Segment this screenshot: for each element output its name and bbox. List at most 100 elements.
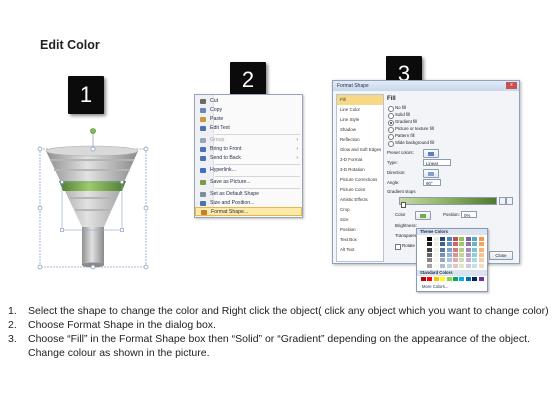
color-swatch[interactable]	[446, 242, 452, 247]
nav-item-size[interactable]: Size	[337, 215, 383, 225]
color-swatch[interactable]	[421, 277, 426, 281]
color-swatch[interactable]	[440, 237, 446, 241]
position-input[interactable]: 0%	[461, 211, 477, 218]
nav-item-picture-corrections[interactable]: Picture Corrections	[337, 175, 383, 185]
color-swatch[interactable]	[453, 258, 458, 263]
color-swatch[interactable]	[440, 277, 446, 281]
color-swatch[interactable]	[446, 258, 452, 263]
color-swatch[interactable]	[465, 237, 471, 241]
color-swatch[interactable]	[453, 277, 458, 281]
nav-item-3d-rotation[interactable]: 3-D Rotation	[337, 165, 383, 175]
color-swatch[interactable]	[427, 242, 433, 247]
color-swatch[interactable]	[459, 252, 465, 257]
color-swatch[interactable]	[440, 252, 446, 257]
color-swatch[interactable]	[472, 252, 478, 257]
radio-solid-fill[interactable]	[388, 113, 394, 119]
color-swatch[interactable]	[472, 277, 478, 281]
menu-item-set-default-shape[interactable]: Set as Default Shape	[195, 190, 302, 199]
color-swatch[interactable]	[465, 277, 471, 281]
nav-item-picture-color[interactable]: Picture Color	[337, 185, 383, 195]
menu-item-send-to-back[interactable]: Send to Back ›	[195, 154, 302, 163]
color-swatch[interactable]	[478, 263, 484, 268]
color-swatch[interactable]	[446, 247, 452, 252]
color-swatch[interactable]	[446, 277, 452, 281]
color-swatch[interactable]	[453, 237, 458, 241]
color-swatch[interactable]	[427, 247, 433, 252]
menu-item-group[interactable]: Group ›	[195, 136, 302, 145]
nav-item-glow[interactable]: Glow and Soft Edges	[337, 145, 383, 155]
radio-gradient-fill[interactable]	[388, 120, 394, 126]
color-swatch[interactable]	[453, 247, 458, 252]
color-swatch[interactable]	[427, 263, 433, 268]
preset-colors-dropdown[interactable]	[423, 149, 439, 158]
color-swatch[interactable]	[472, 242, 478, 247]
color-swatch[interactable]	[433, 252, 439, 257]
color-swatch[interactable]	[465, 252, 471, 257]
nav-item-text-box[interactable]: Text Box	[337, 235, 383, 245]
radio-no-fill[interactable]	[388, 106, 394, 112]
color-swatch[interactable]	[459, 247, 465, 252]
color-swatch[interactable]	[478, 252, 484, 257]
color-swatch[interactable]	[433, 237, 439, 241]
color-swatch[interactable]	[459, 263, 465, 268]
color-swatch[interactable]	[427, 258, 433, 263]
color-swatch[interactable]	[459, 242, 465, 247]
menu-item-copy[interactable]: Copy	[195, 106, 302, 115]
menu-item-edit-text[interactable]: Edit Text	[195, 124, 302, 133]
color-swatch[interactable]	[465, 247, 471, 252]
color-swatch[interactable]	[421, 258, 426, 263]
menu-item-bring-to-front[interactable]: Bring to Front ›	[195, 145, 302, 154]
nav-item-shadow[interactable]: Shadow	[337, 125, 383, 135]
color-dropdown[interactable]	[415, 211, 431, 220]
angle-input[interactable]: 90°	[423, 179, 441, 186]
color-swatch[interactable]	[440, 263, 446, 268]
menu-item-save-as-picture[interactable]: Save as Picture...	[195, 178, 302, 187]
remove-stop-icon[interactable]	[506, 197, 513, 205]
color-swatch[interactable]	[453, 263, 458, 268]
color-swatch[interactable]	[472, 258, 478, 263]
nav-item-fill[interactable]: Fill	[337, 95, 383, 105]
direction-dropdown[interactable]	[423, 169, 439, 178]
color-swatch[interactable]	[433, 263, 439, 268]
color-swatch[interactable]	[459, 277, 465, 281]
color-swatch[interactable]	[478, 277, 484, 281]
nav-item-position[interactable]: Position	[337, 225, 383, 235]
nav-item-3d-format[interactable]: 3-D Format	[337, 155, 383, 165]
color-swatch[interactable]	[433, 277, 439, 281]
color-swatch[interactable]	[472, 247, 478, 252]
color-swatch[interactable]	[421, 252, 426, 257]
nav-item-reflection[interactable]: Reflection	[337, 135, 383, 145]
color-swatch[interactable]	[478, 247, 484, 252]
color-swatch[interactable]	[465, 263, 471, 268]
color-swatch[interactable]	[421, 263, 426, 268]
menu-item-paste[interactable]: Paste	[195, 115, 302, 124]
gradient-stops-bar[interactable]	[399, 197, 497, 205]
color-swatch[interactable]	[472, 263, 478, 268]
color-swatch[interactable]	[421, 247, 426, 252]
color-swatch[interactable]	[427, 237, 433, 241]
color-swatch[interactable]	[446, 263, 452, 268]
nav-item-line-color[interactable]: Line Color	[337, 105, 383, 115]
color-swatch[interactable]	[478, 258, 484, 263]
color-swatch[interactable]	[427, 252, 433, 257]
color-swatch[interactable]	[478, 242, 484, 247]
color-swatch[interactable]	[459, 258, 465, 263]
nav-item-crop[interactable]: Crop	[337, 205, 383, 215]
color-swatch[interactable]	[433, 242, 439, 247]
gradient-stop-handle[interactable]	[401, 202, 406, 208]
radio-slide-background-fill[interactable]	[388, 141, 394, 147]
color-swatch[interactable]	[453, 252, 458, 257]
more-colors-link[interactable]: More Colors...	[422, 284, 448, 289]
nav-item-artistic-effects[interactable]: Artistic Effects	[337, 195, 383, 205]
menu-item-cut[interactable]: Cut	[195, 97, 302, 106]
color-swatch[interactable]	[440, 247, 446, 252]
color-swatch[interactable]	[433, 258, 439, 263]
close-icon[interactable]: x	[506, 82, 517, 89]
color-swatch[interactable]	[453, 242, 458, 247]
menu-item-hyperlink[interactable]: Hyperlink...	[195, 166, 302, 175]
color-swatch[interactable]	[465, 258, 471, 263]
color-swatch[interactable]	[421, 237, 426, 241]
color-swatch[interactable]	[440, 258, 446, 263]
nav-item-line-style[interactable]: Line Style	[337, 115, 383, 125]
nav-item-alt-text[interactable]: Alt Text	[337, 245, 383, 255]
